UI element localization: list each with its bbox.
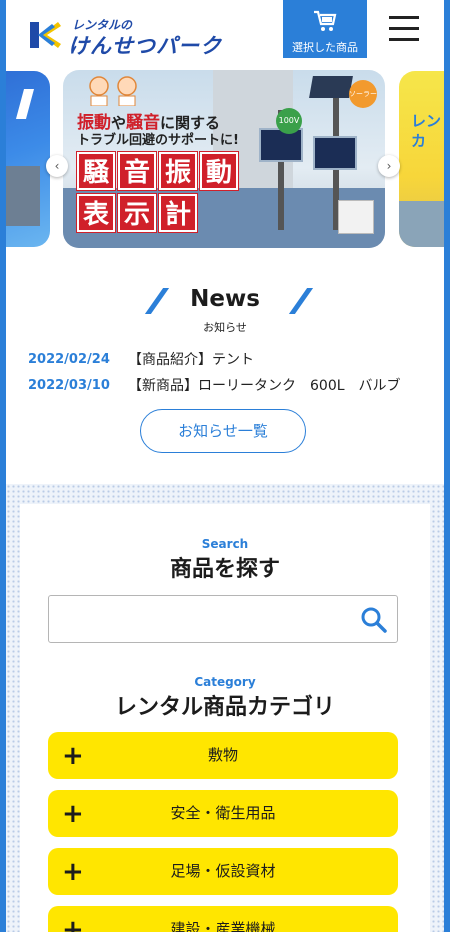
battery-box	[338, 200, 374, 234]
news-item[interactable]: 2022/02/24 【商品紹介】テント	[28, 350, 428, 376]
title-char: 騒	[77, 152, 115, 190]
selected-products-label: 選択した商品	[292, 41, 358, 54]
logo-wordmark: けんせつパーク	[68, 34, 222, 58]
carousel-prev-button[interactable]: ‹	[46, 155, 68, 177]
carousel-slide-previous[interactable]	[6, 71, 50, 247]
category-heading: レンタル商品カテゴリ	[114, 695, 335, 720]
slide-graphic	[15, 89, 35, 119]
site-header: レンタルの けんせつパーク 選択した商品	[6, 0, 444, 66]
menu-bar-icon	[389, 38, 419, 41]
news-subtitle: お知らせ	[203, 321, 247, 334]
news-text[interactable]: 【新商品】ローリータンク 600L バルブ	[128, 376, 401, 402]
hamburger-menu-button[interactable]	[389, 16, 419, 42]
slide-graphic	[6, 166, 40, 226]
news-date: 2022/02/24	[28, 352, 110, 367]
news-list: 2022/02/24 【商品紹介】テント 2022/03/10 【新商品】ローリ…	[28, 350, 428, 402]
category-heading-en: Category	[194, 675, 256, 689]
slide-text: レンカ	[411, 112, 442, 150]
category-item[interactable]: + 建設・産業機械	[48, 906, 398, 932]
search-input[interactable]	[59, 604, 349, 634]
carousel-slide-current[interactable]: 100V ソーラー 振動や騒音に関する トラブル回避のサポートに! 騒 音 振 …	[63, 70, 385, 248]
slide-title-row-2: 表 示 計	[77, 194, 200, 232]
search-button[interactable]	[359, 605, 389, 635]
site-logo[interactable]: レンタルの けんせつパーク	[28, 14, 248, 58]
category-label: 安全・衛生用品	[170, 804, 276, 822]
category-item[interactable]: + 安全・衛生用品	[48, 790, 398, 837]
selected-products-button[interactable]: 選択した商品	[283, 0, 367, 58]
category-item[interactable]: + 敷物	[48, 732, 398, 779]
slide-background	[399, 201, 444, 247]
news-list-button[interactable]: お知らせ一覧	[140, 409, 306, 453]
meter-display	[259, 128, 303, 162]
news-heading: News お知らせ	[6, 284, 444, 336]
category-label: 建設・産業機械	[170, 920, 276, 932]
meter-display	[313, 136, 357, 170]
people-illustration-icon	[89, 76, 137, 106]
chevron-right-icon: ›	[386, 159, 392, 173]
search-icon	[361, 607, 387, 633]
title-char: 音	[118, 152, 156, 190]
menu-bar-icon	[389, 27, 419, 30]
menu-bar-icon	[389, 16, 419, 19]
slide-title-row-1: 騒 音 振 動	[77, 152, 241, 190]
category-label: 足場・仮設資材	[170, 862, 276, 880]
logo-mark-icon	[30, 22, 61, 48]
title-char: 表	[77, 194, 115, 232]
page-frame-right	[444, 0, 450, 932]
hero-carousel[interactable]: 100V ソーラー 振動や騒音に関する トラブル回避のサポートに! 騒 音 振 …	[6, 66, 444, 256]
search-heading-en: Search	[201, 537, 249, 551]
carousel-next-button[interactable]: ›	[378, 155, 400, 177]
title-char: 振	[159, 152, 197, 190]
title-char: 動	[200, 152, 238, 190]
search-heading: 商品を探す	[169, 557, 280, 582]
category-item[interactable]: + 足場・仮設資材	[48, 848, 398, 895]
chevron-left-icon: ‹	[54, 159, 60, 173]
news-date: 2022/03/10	[28, 378, 110, 393]
news-item[interactable]: 2022/03/10 【新商品】ローリータンク 600L バルブ	[28, 376, 428, 402]
cart-icon	[314, 10, 337, 31]
title-char: 計	[159, 194, 197, 232]
carousel-slide-next[interactable]: レンカ	[399, 71, 444, 247]
title-char: 示	[118, 194, 156, 232]
news-text[interactable]: 【商品紹介】テント	[128, 350, 254, 376]
category-label: 敷物	[207, 746, 238, 764]
news-title: News	[190, 286, 260, 312]
solar-badge: ソーラー	[349, 80, 377, 108]
slide-subline: トラブル回避のサポートに!	[77, 133, 239, 148]
solar-panel	[309, 76, 353, 98]
search-box	[48, 595, 398, 643]
power-badge: 100V	[276, 108, 302, 134]
